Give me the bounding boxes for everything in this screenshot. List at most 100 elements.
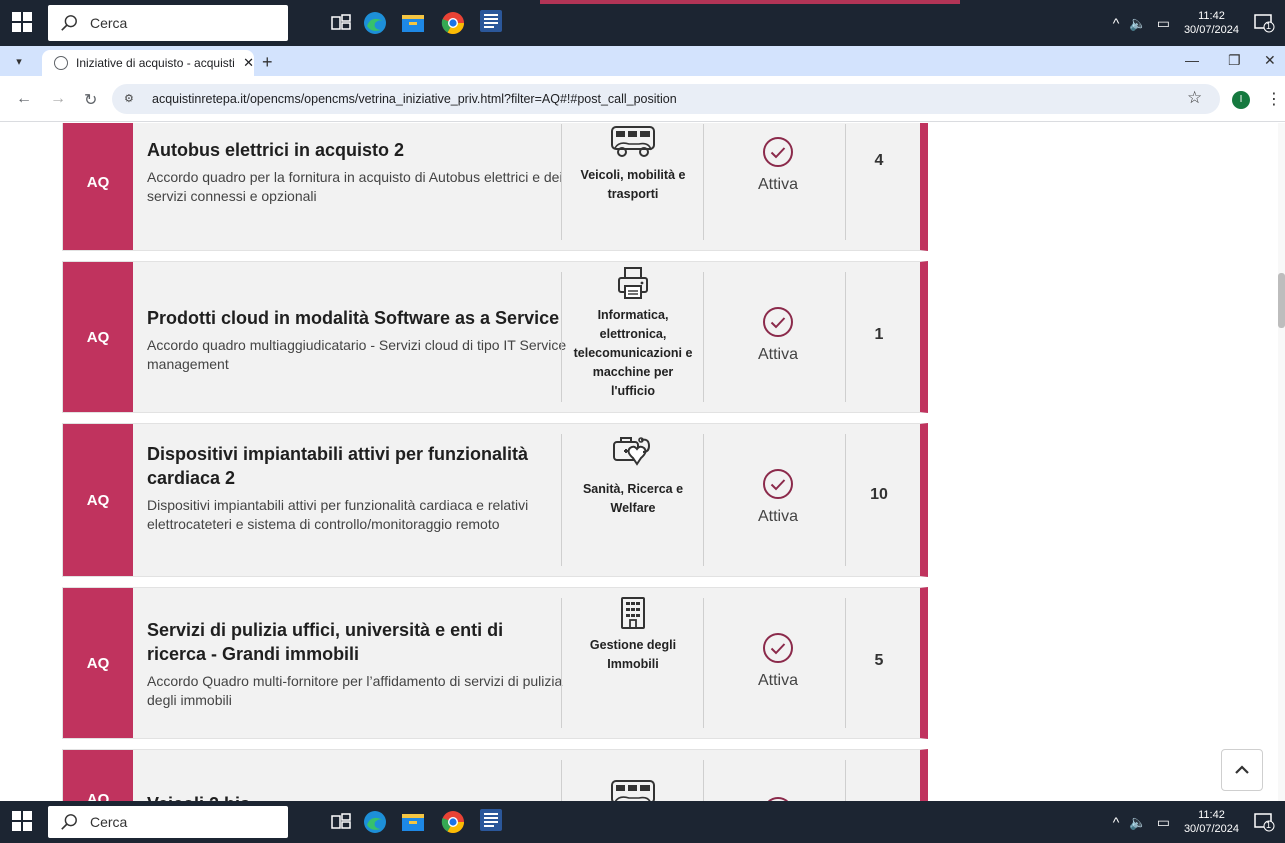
category-label-line: l'ufficio — [611, 384, 655, 398]
chevron-up-icon — [1235, 765, 1249, 774]
column-divider — [845, 760, 846, 801]
initiative-card[interactable]: AQ Servizi di pulizia uffici, università … — [62, 587, 928, 739]
profile-avatar[interactable]: I — [1232, 91, 1250, 109]
browser-menu-icon[interactable]: ⋮ — [1266, 89, 1282, 109]
initiative-status: Attiva — [723, 632, 833, 690]
initiative-title[interactable]: Veicoli 2 bis — [147, 792, 567, 801]
taskbar-search-box[interactable]: Cerca — [48, 5, 288, 41]
reload-icon[interactable]: ↻ — [84, 90, 97, 110]
initiative-category: Veicoli, mobilità e trasporti — [563, 124, 703, 204]
forward-arrow-icon[interactable]: → — [50, 90, 66, 108]
status-label: Attiva — [757, 176, 798, 193]
initiative-text: Servizi di pulizia uffici, università e … — [147, 618, 567, 710]
building-icon — [563, 596, 703, 630]
status-label: Attiva — [757, 346, 798, 363]
initiative-type-badge: AQ — [63, 123, 133, 250]
clock-date-bottom: 30/07/2024 — [1183, 823, 1239, 835]
initiative-card[interactable]: AQ Prodotti cloud in modalità Software as… — [62, 261, 928, 413]
tab-search-chevron-icon[interactable]: ▾ — [8, 51, 30, 71]
category-label-line: Gestione degli — [589, 638, 677, 652]
category-label-line: Welfare — [610, 501, 656, 515]
initiative-type-badge: AQ — [63, 424, 133, 576]
windows-start-icon-bottom[interactable] — [12, 811, 34, 833]
speaker-muted-icon-bottom[interactable]: 🔈 — [1129, 814, 1146, 831]
tab-close-icon[interactable]: ✕ — [243, 55, 254, 71]
column-divider — [561, 760, 562, 801]
initiative-type-badge: AQ — [63, 262, 133, 412]
initiative-text: Veicoli 2 bis — [147, 792, 567, 801]
new-tab-button[interactable]: + — [262, 52, 273, 73]
column-divider — [845, 124, 846, 240]
search-icon — [61, 15, 77, 31]
initiative-title[interactable]: Autobus elettrici in acquisto 2 — [147, 138, 567, 162]
tray-chevron-up-icon[interactable]: ^ — [1113, 15, 1120, 31]
word-icon-bottom[interactable] — [478, 807, 504, 833]
system-tray: ^ 🔈 ▭ 11:42 30/07/2024 1 — [1103, 0, 1285, 46]
taskbar-search-box-bottom[interactable]: Cerca — [48, 806, 288, 838]
initiative-title[interactable]: Prodotti cloud in modalità Software as a… — [147, 306, 567, 330]
category-label-line: Informatica, — [597, 308, 669, 322]
word-icon[interactable] — [478, 8, 504, 34]
initiative-card[interactable]: AQ Autobus elettrici in acquisto 2 Accordo… — [62, 123, 928, 251]
initiative-title[interactable]: Servizi di pulizia uffici, università e … — [147, 618, 567, 666]
initiative-text: Dispositivi impiantabili attivi per funz… — [147, 442, 567, 534]
initiative-count: 10 — [870, 486, 888, 503]
check-circle-icon — [723, 136, 833, 168]
notification-center-icon[interactable]: 1 — [1253, 13, 1275, 33]
scrollbar-thumb[interactable] — [1278, 273, 1285, 328]
column-divider — [561, 598, 562, 728]
site-settings-icon[interactable]: ⚙ — [124, 92, 142, 106]
initiative-count: 5 — [874, 652, 884, 669]
edge-browser-icon[interactable] — [362, 10, 388, 36]
back-arrow-icon[interactable]: ← — [16, 90, 32, 108]
taskbar-search-label-bottom: Cerca — [90, 814, 128, 830]
initiative-type-badge: AQ — [63, 588, 133, 738]
windows-start-icon[interactable] — [12, 12, 34, 34]
initiative-count: 4 — [874, 152, 884, 169]
initiative-title[interactable]: Dispositivi impiantabili attivi per funz… — [147, 442, 567, 490]
initiative-card[interactable]: AQ Veicoli 2 bis — [62, 749, 928, 801]
taskbar-clock[interactable]: 11:42 30/07/2024 — [1184, 9, 1239, 37]
speaker-muted-icon[interactable]: 🔈 — [1129, 15, 1146, 32]
clock-date: 30/07/2024 — [1183, 24, 1239, 36]
page-scrollbar[interactable] — [1278, 123, 1285, 801]
initiative-description: Dispositivi impiantabili attivi per funz… — [147, 497, 529, 532]
initiative-text: Prodotti cloud in modalità Software as a… — [147, 306, 567, 374]
notification-center-icon-bottom[interactable]: 1 — [1253, 812, 1275, 832]
browser-tab-active[interactable]: Iniziative di acquisto - acquistin ✕ — [42, 50, 254, 76]
initiative-description: Accordo Quadro multi-fornitore per l’aff… — [147, 673, 563, 708]
restore-button[interactable]: ❐ — [1228, 52, 1241, 69]
minimize-button[interactable]: — — [1185, 52, 1199, 68]
initiative-card[interactable]: AQ Dispositivi impiantabili attivi per fu… — [62, 423, 928, 577]
close-window-button[interactable]: ✕ — [1264, 52, 1276, 69]
initiative-count: 1 — [874, 326, 884, 343]
file-explorer-icon-bottom[interactable] — [400, 809, 426, 835]
bookmark-star-icon[interactable]: ☆ — [1187, 88, 1202, 108]
browser-tab-bar: ▾ Iniziative di acquisto - acquistin ✕ +… — [0, 46, 1285, 76]
initiative-description: Accordo quadro per la fornitura in acqui… — [147, 169, 563, 204]
url-field[interactable]: ⚙ acquistinretepa.it/opencms/opencms/vet… — [112, 84, 1220, 114]
initiatives-list: AQ Autobus elettrici in acquisto 2 Accordo… — [0, 123, 1285, 801]
file-explorer-icon[interactable] — [400, 10, 426, 36]
check-circle-icon — [723, 306, 833, 338]
tray-chevron-up-icon-bottom[interactable]: ^ — [1113, 814, 1120, 830]
status-label: Attiva — [757, 672, 798, 689]
category-label-line: trasporti — [607, 187, 659, 201]
network-icon[interactable]: ▭ — [1157, 15, 1170, 32]
back-to-top-button[interactable] — [1221, 749, 1263, 791]
category-label-line: Veicoli, mobilità e — [580, 168, 686, 182]
initiative-text: Autobus elettrici in acquisto 2 Accordo q… — [147, 138, 567, 206]
taskbar-clock-bottom[interactable]: 11:42 30/07/2024 — [1184, 808, 1239, 836]
initiative-category: Gestione degli Immobili — [563, 596, 703, 674]
column-divider — [703, 272, 704, 402]
initiative-category — [563, 778, 703, 801]
tab-title: Iniziative di acquisto - acquistin — [76, 56, 236, 70]
edge-browser-icon-bottom[interactable] — [362, 809, 388, 835]
network-icon-bottom[interactable]: ▭ — [1157, 814, 1170, 831]
chrome-icon-bottom[interactable] — [440, 809, 466, 835]
initiative-category: Sanità, Ricerca e Welfare — [563, 434, 703, 518]
check-circle-icon — [723, 632, 833, 664]
task-view-icon[interactable] — [328, 10, 354, 36]
task-view-icon-bottom[interactable] — [328, 809, 354, 835]
chrome-icon[interactable] — [440, 10, 466, 36]
